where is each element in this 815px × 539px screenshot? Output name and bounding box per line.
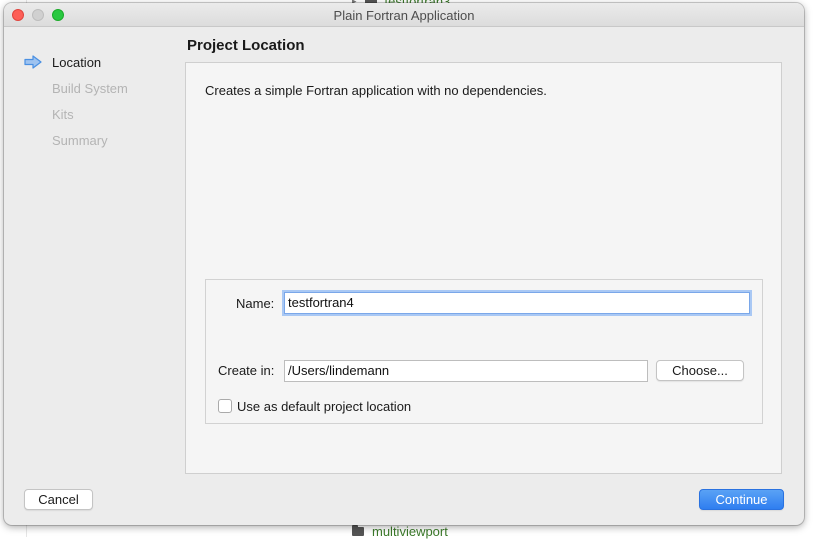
- current-step-marker: [24, 55, 52, 69]
- wizard-dialog: Plain Fortran Application Location Build…: [4, 3, 804, 525]
- right-arrow-icon: [24, 55, 42, 69]
- step-label: Kits: [52, 106, 74, 122]
- title-bar: Plain Fortran Application: [4, 3, 804, 27]
- create-in-label: Create in:: [218, 363, 275, 378]
- cancel-button[interactable]: Cancel: [24, 489, 93, 510]
- default-location-label[interactable]: Use as default project location: [237, 399, 411, 414]
- step-build-system: Build System: [24, 75, 184, 101]
- step-label: Location: [52, 54, 102, 70]
- page-title: Project Location: [187, 37, 305, 54]
- default-location-checkbox[interactable]: [218, 399, 232, 413]
- step-label: Build System: [52, 80, 128, 96]
- choose-button[interactable]: Choose...: [656, 360, 744, 381]
- name-label: Name:: [236, 296, 275, 311]
- window-title: Plain Fortran Application: [333, 8, 475, 23]
- content-panel: Creates a simple Fortran application wit…: [185, 62, 782, 474]
- project-location-form: Name: testfortran4 Create in: /Users/lin…: [205, 279, 763, 424]
- continue-button[interactable]: Continue: [699, 489, 784, 510]
- step-label: Summary: [52, 132, 108, 148]
- name-field[interactable]: testfortran4: [284, 292, 750, 314]
- wizard-steps: Location Build System Kits Summary: [24, 49, 184, 153]
- step-summary: Summary: [24, 127, 184, 153]
- create-in-path-field[interactable]: /Users/lindemann: [284, 360, 648, 382]
- page-description: Creates a simple Fortran application wit…: [205, 83, 547, 98]
- step-location: Location: [24, 49, 184, 75]
- folder-icon: [352, 525, 364, 536]
- step-kits: Kits: [24, 101, 184, 127]
